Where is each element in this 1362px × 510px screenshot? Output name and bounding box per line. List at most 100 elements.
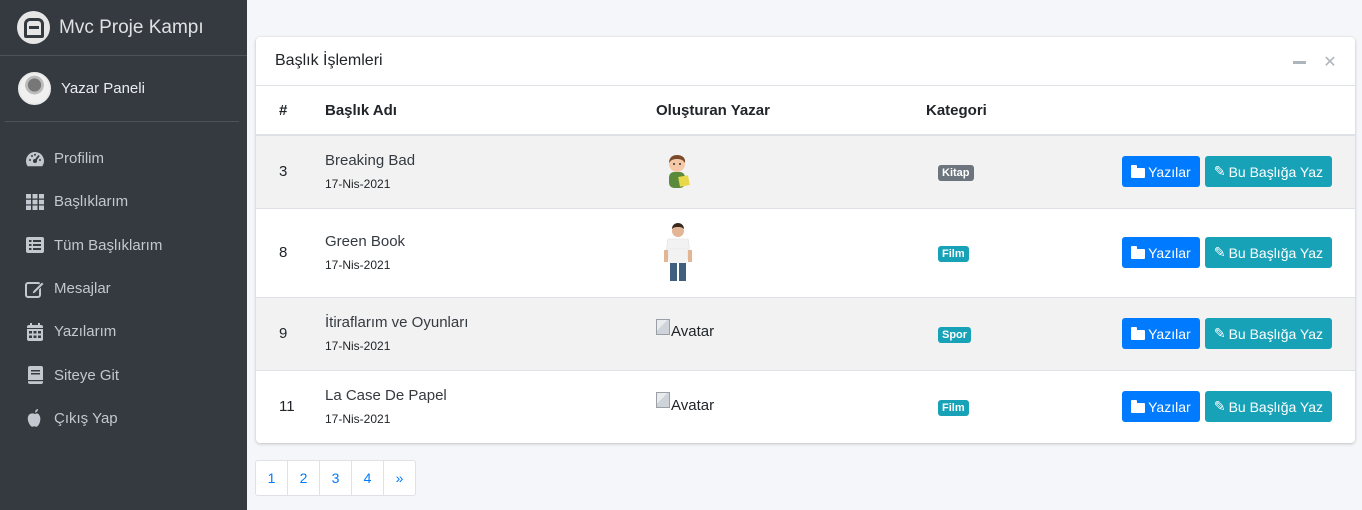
row-date: 17-Nis-2021 [325,412,391,427]
grid-icon [25,193,45,211]
posts-button-label: Yazılar [1148,163,1191,180]
column-header-category: Kategori [926,101,987,119]
sidebar-item-siteye-git[interactable]: Siteye Git [0,353,247,396]
avatar-alt-text: Avatar [671,396,715,414]
write-to-topic-button[interactable]: ✎ Bu Başlığa Yaz [1204,318,1332,349]
user-panel[interactable]: Yazar Paneli [5,56,239,122]
sidebar-nav: Profilim Başlıklarım Tüm Başlıklarım Mes… [0,122,247,440]
user-name: Yazar Paneli [61,80,145,97]
sidebar-item-label: Siteye Git [54,366,120,384]
folder-icon [1131,164,1146,178]
apple-icon [25,409,45,428]
page-link-1[interactable]: 1 [255,460,288,496]
table-row: 11 La Case De Papel 17-Nis-2021 Avatar F… [256,370,1355,443]
author-avatar-cartoon [659,152,699,192]
page-link-next[interactable]: » [383,460,416,496]
pagination: 1 2 3 4 » [255,460,416,496]
row-actions: Yazılar ✎ Bu Başlığa Yaz [1072,135,1355,208]
posts-button[interactable]: Yazılar [1122,156,1200,188]
row-date: 17-Nis-2021 [325,339,391,353]
close-icon[interactable]: ✕ [1322,52,1338,72]
collapse-icon[interactable] [1291,54,1307,64]
row-author: Avatar [656,297,926,370]
row-id: 9 [279,325,288,342]
page-link-2[interactable]: 2 [287,460,320,496]
list-icon [25,236,45,254]
broken-image-icon [656,318,670,335]
write-button-label: Bu Başlığa Yaz [1228,244,1323,261]
sidebar-item-label: Çıkış Yap [54,409,118,427]
author-avatar-broken: Avatar [656,392,715,414]
row-category: Film [926,208,1072,297]
folder-icon [1131,245,1146,259]
write-button-label: Bu Başlığa Yaz [1228,325,1323,342]
write-to-topic-button[interactable]: ✎ Bu Başlığa Yaz [1204,237,1332,268]
user-avatar [18,72,51,105]
edit-icon [25,280,45,298]
pencil-icon: ✎ [1213,398,1226,415]
row-date: 17-Nis-2021 [325,177,391,192]
posts-button-label: Yazılar [1148,398,1191,415]
sidebar-item-cikis-yap[interactable]: Çıkış Yap [0,397,247,440]
sidebar-item-basliklarim[interactable]: Başlıklarım [0,180,247,223]
author-avatar-man [658,222,698,284]
posts-button[interactable]: Yazılar [1122,237,1200,268]
brand-title: Mvc Proje Kampı [59,16,204,38]
table-row: 8 Green Book 17-Nis-2021 Film Yazılar ✎ B… [256,208,1355,297]
row-author: Avatar [656,370,926,443]
row-title: İtiraflarım ve Oyunları [325,314,469,331]
page-link-3[interactable]: 3 [319,460,352,496]
row-title: La Case De Papel [325,387,447,405]
tachometer-icon [25,150,45,168]
row-title: Green Book [325,233,406,250]
posts-button[interactable]: Yazılar [1122,391,1200,423]
avatar-alt-text: Avatar [671,323,715,341]
column-header-actions [1072,86,1355,135]
row-author [656,135,926,208]
pencil-icon: ✎ [1213,244,1226,260]
write-to-topic-button[interactable]: ✎ Bu Başlığa Yaz [1204,156,1332,188]
row-author [656,208,926,297]
write-button-label: Bu Başlığa Yaz [1228,163,1323,180]
category-badge: Film [938,245,969,262]
row-category: Spor [926,297,1072,370]
brand-link[interactable]: Mvc Proje Kampı [0,0,247,56]
sidebar-item-profilim[interactable]: Profilim [0,137,247,180]
table-header-row: # Başlık Adı Oluşturan Yazar Kategori [256,86,1355,135]
sidebar-item-tum-basliklarim[interactable]: Tüm Başlıklarım [0,224,247,267]
row-actions: Yazılar ✎ Bu Başlığa Yaz [1072,297,1355,370]
pencil-icon: ✎ [1213,163,1226,180]
row-id: 3 [279,163,288,181]
posts-button[interactable]: Yazılar [1122,318,1200,349]
row-id: 11 [279,398,295,416]
pencil-icon: ✎ [1213,325,1226,341]
brand-logo-icon [17,11,50,44]
row-actions: Yazılar ✎ Bu Başlığa Yaz [1072,370,1355,443]
write-button-label: Bu Başlığa Yaz [1228,398,1323,415]
row-title-cell: Breaking Bad 17-Nis-2021 [325,135,656,208]
column-header-id: # [279,101,288,119]
sidebar-item-yazilarim[interactable]: Yazılarım [0,310,247,353]
sidebar-item-label: Profilim [54,150,105,168]
page-link-4[interactable]: 4 [351,460,384,496]
sidebar: Mvc Proje Kampı Yazar Paneli Profilim Ba… [0,0,247,510]
row-actions: Yazılar ✎ Bu Başlığa Yaz [1072,208,1355,297]
column-header-title: Başlık Adı [325,101,397,119]
calendar-icon [25,322,45,341]
sidebar-item-label: Tüm Başlıklarım [54,236,163,254]
row-title-cell: İtiraflarım ve Oyunları 17-Nis-2021 [325,297,656,370]
sidebar-item-mesajlar[interactable]: Mesajlar [0,267,247,310]
row-category: Film [926,370,1072,443]
column-header-author: Oluşturan Yazar [656,101,770,119]
row-category: Kitap [926,135,1072,208]
author-avatar-broken: Avatar [656,318,715,341]
posts-button-label: Yazılar [1148,244,1191,261]
sidebar-item-label: Başlıklarım [54,193,129,211]
book-icon [25,366,45,385]
folder-icon [1131,326,1146,340]
category-badge: Spor [938,326,972,343]
card-title: Başlık İşlemleri [275,52,383,69]
write-to-topic-button[interactable]: ✎ Bu Başlığa Yaz [1204,391,1332,423]
topics-table: # Başlık Adı Oluşturan Yazar Kategori 3 … [256,86,1355,443]
table-row: 9 İtiraflarım ve Oyunları 17-Nis-2021 Av… [256,297,1355,370]
